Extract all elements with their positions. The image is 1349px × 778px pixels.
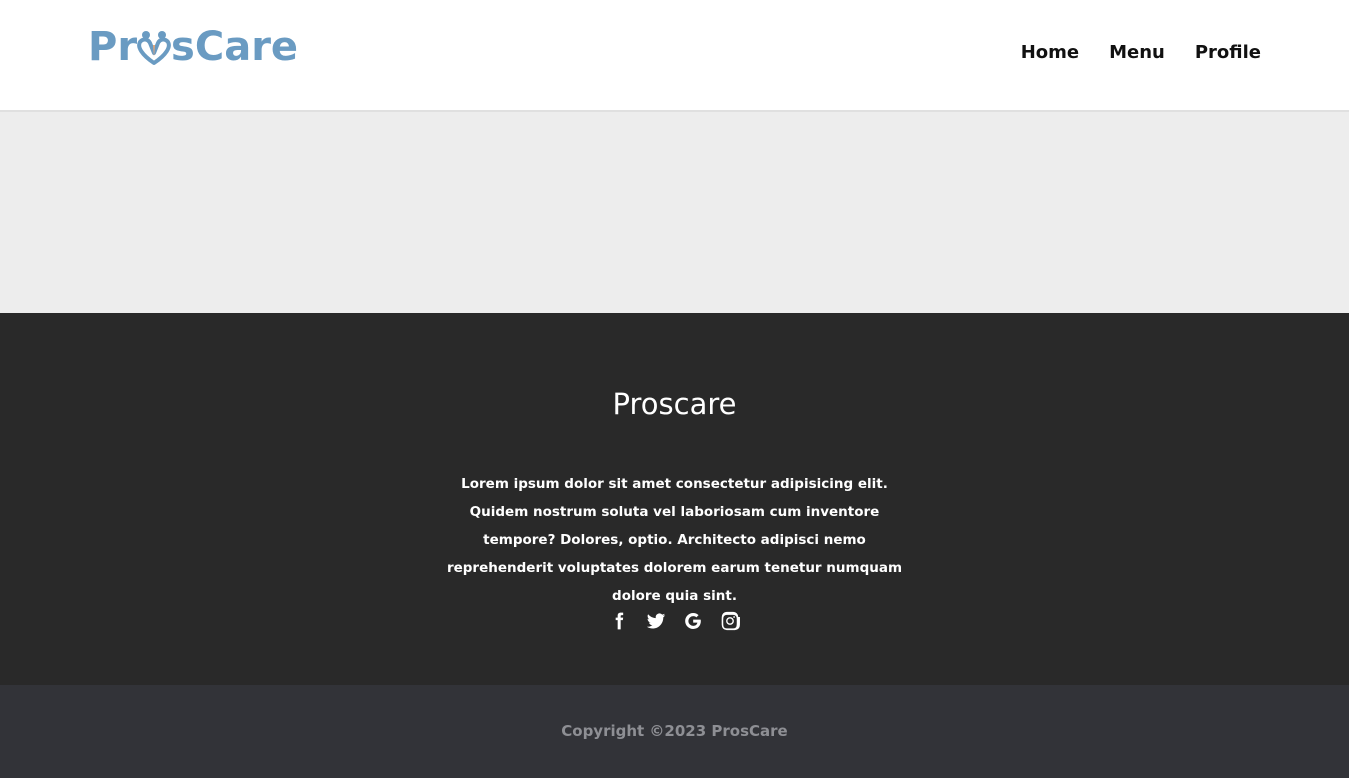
footer-title: Proscare: [612, 387, 737, 421]
instagram-icon[interactable]: [720, 610, 740, 632]
proscare-logo[interactable]: Pr sCare: [88, 22, 298, 72]
footer-description: Lorem ipsum dolor sit amet consectetur a…: [446, 476, 903, 604]
copyright-bar: Copyright ©2023 ProsCare: [0, 685, 1349, 778]
google-icon[interactable]: [683, 610, 703, 632]
logo-text-start: Pr: [88, 24, 138, 70]
site-header: Pr sCare Home Menu Profile: [0, 0, 1349, 112]
heart-people-icon: [136, 27, 172, 67]
nav-home-link[interactable]: Home: [1021, 42, 1079, 63]
twitter-icon[interactable]: [646, 610, 666, 632]
main-nav: Home Menu Profile: [1021, 42, 1261, 63]
nav-profile-link[interactable]: Profile: [1195, 42, 1261, 63]
footer: Proscare Lorem ipsum dolor sit amet cons…: [0, 313, 1349, 685]
social-links: [0, 610, 1349, 632]
copyright-text: Copyright ©2023 ProsCare: [561, 722, 788, 740]
logo-text-end: sCare: [171, 24, 299, 70]
nav-menu-link[interactable]: Menu: [1109, 42, 1165, 63]
content-area: [0, 112, 1349, 313]
facebook-icon[interactable]: [609, 610, 629, 632]
